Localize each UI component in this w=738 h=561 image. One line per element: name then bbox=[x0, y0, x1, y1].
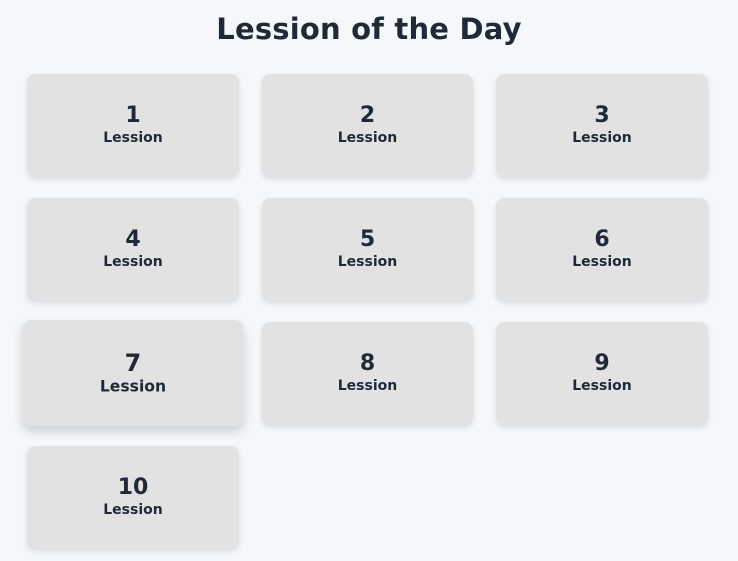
lesson-card-6[interactable]: 6 Lession bbox=[496, 198, 708, 300]
lesson-number: 9 bbox=[594, 351, 610, 376]
lesson-label: Lession bbox=[572, 254, 632, 270]
lesson-number: 3 bbox=[594, 103, 610, 128]
lesson-label: Lession bbox=[337, 254, 398, 270]
lesson-card-9[interactable]: 9 Lession bbox=[496, 322, 708, 424]
lesson-number: 4 bbox=[125, 227, 141, 252]
lesson-label: Lession bbox=[337, 130, 398, 146]
lesson-grid: 1 Lession 2 Lession 3 Lession 4 Lession … bbox=[22, 74, 708, 548]
lesson-card-8[interactable]: 8 Lession bbox=[262, 322, 473, 424]
lesson-number: 6 bbox=[594, 227, 610, 252]
lesson-card-3[interactable]: 3 Lession bbox=[496, 74, 708, 176]
lesson-card-10[interactable]: 10 Lession bbox=[27, 446, 239, 548]
lesson-label: Lession bbox=[103, 130, 163, 146]
lesson-label: Lession bbox=[103, 254, 163, 270]
lessons-page: Lession of the Day 1 Lession 2 Lession 3… bbox=[0, 0, 738, 561]
lesson-number: 2 bbox=[359, 103, 376, 128]
lesson-number: 7 bbox=[124, 350, 142, 378]
lesson-label: Lession bbox=[572, 130, 632, 146]
lesson-number: 10 bbox=[117, 475, 149, 500]
lesson-card-2[interactable]: 2 Lession bbox=[262, 74, 473, 176]
lesson-number: 5 bbox=[359, 227, 376, 252]
lesson-label: Lession bbox=[572, 378, 632, 394]
page-title: Lession of the Day bbox=[216, 12, 522, 46]
lesson-label: Lession bbox=[103, 502, 163, 518]
lesson-label: Lession bbox=[337, 378, 398, 394]
lesson-card-4[interactable]: 4 Lession bbox=[27, 198, 239, 300]
lesson-label: Lession bbox=[99, 377, 167, 396]
lesson-card-1[interactable]: 1 Lession bbox=[27, 74, 239, 176]
lesson-number: 8 bbox=[359, 351, 376, 376]
lesson-number: 1 bbox=[125, 103, 141, 128]
lesson-card-7[interactable]: 7 Lession bbox=[22, 319, 244, 427]
lesson-card-5[interactable]: 5 Lession bbox=[262, 198, 473, 300]
